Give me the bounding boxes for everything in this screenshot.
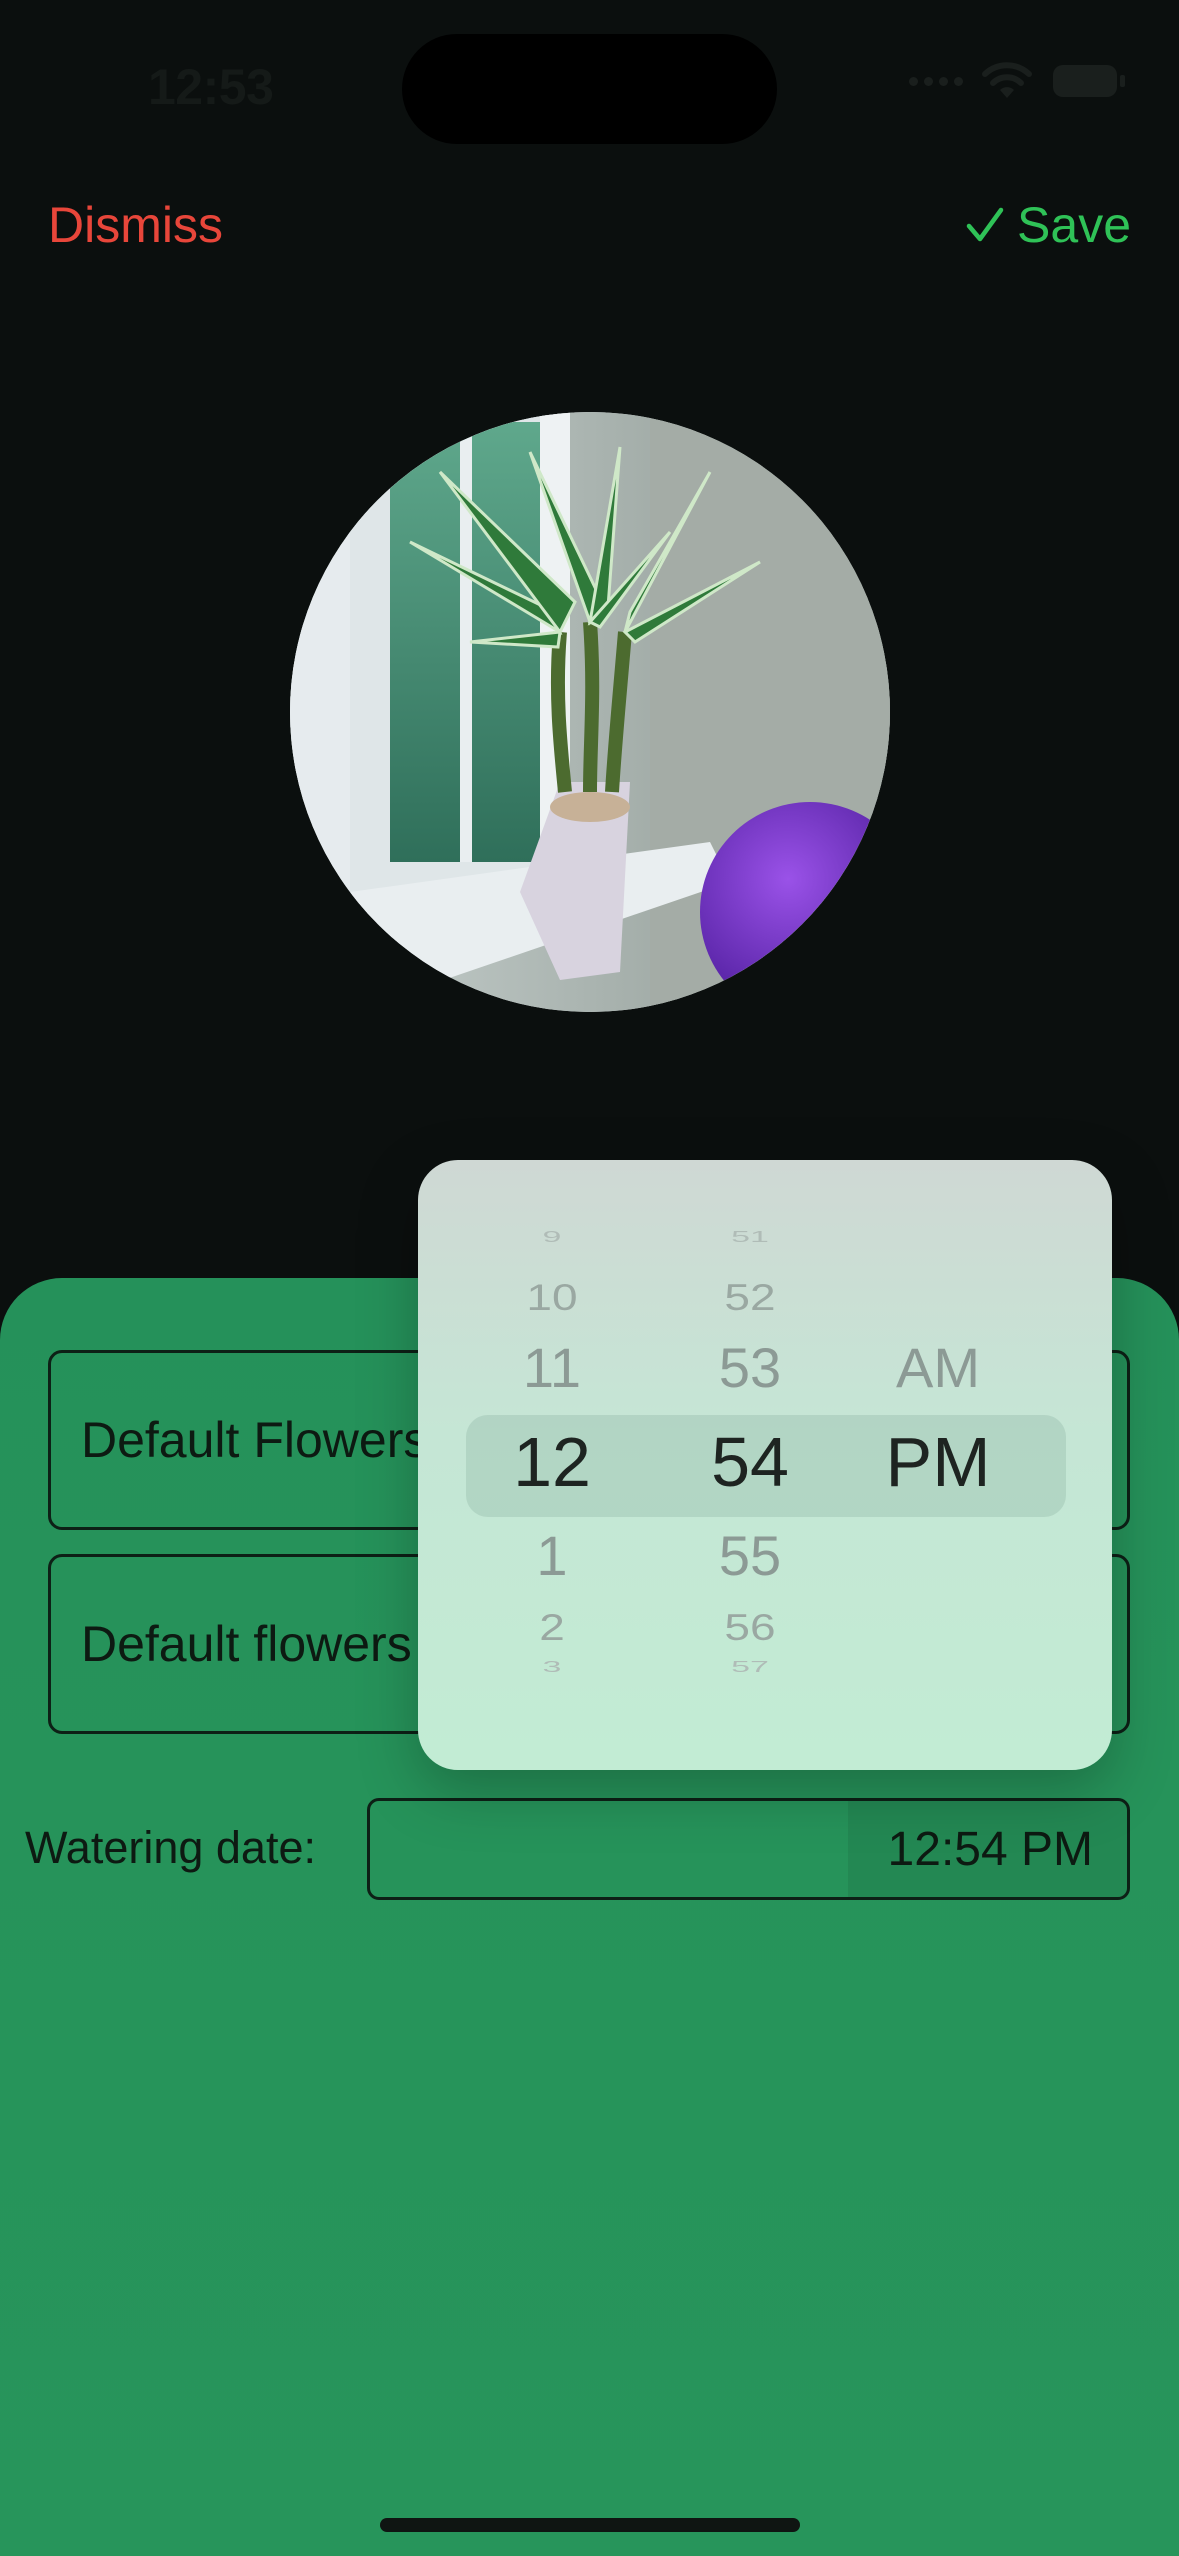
- period-option[interactable]: AM: [858, 1335, 1018, 1400]
- watering-date-label: Watering date:: [25, 1822, 316, 1873]
- hour-option-selected[interactable]: 12: [472, 1422, 632, 1502]
- plant-name-value: Default Flowers: [81, 1412, 429, 1468]
- hour-option[interactable]: 9: [472, 1229, 632, 1247]
- dynamic-island: [402, 34, 777, 144]
- dismiss-label: Dismiss: [48, 197, 223, 253]
- hour-wheel[interactable]: 9 10 11 12 1 2 3: [472, 1160, 632, 1770]
- minute-wheel[interactable]: 51 52 53 54 55 56 57: [670, 1160, 830, 1770]
- plant-description-value: Default flowers: [81, 1616, 412, 1672]
- save-label: Save: [1017, 197, 1131, 253]
- watering-time-value[interactable]: 12:54 PM: [847, 1801, 1127, 1897]
- hour-option[interactable]: 10: [472, 1275, 632, 1318]
- hour-option[interactable]: 3: [472, 1659, 632, 1677]
- time-picker-popup[interactable]: 9 10 11 12 1 2 3 51 52 53 54 55 56 57 AM…: [418, 1160, 1112, 1770]
- minute-option[interactable]: 55: [670, 1523, 830, 1588]
- status-icons: [909, 62, 1127, 100]
- minute-option[interactable]: 52: [670, 1275, 830, 1318]
- hour-option[interactable]: 11: [472, 1335, 632, 1400]
- minute-option[interactable]: 51: [670, 1229, 830, 1247]
- checkmark-icon: [966, 207, 1004, 242]
- wifi-icon: [981, 62, 1033, 100]
- minute-option-selected[interactable]: 54: [670, 1422, 830, 1502]
- save-button[interactable]: Save: [965, 196, 1131, 254]
- dismiss-button[interactable]: Dismiss: [48, 196, 223, 254]
- status-time: 12:53: [148, 59, 274, 115]
- watering-date-picker[interactable]: 12:54 PM: [367, 1798, 1130, 1900]
- hour-option[interactable]: 1: [472, 1523, 632, 1588]
- cellular-signal-icon: [909, 76, 963, 86]
- battery-icon: [1051, 62, 1127, 100]
- period-wheel[interactable]: AM PM: [858, 1160, 1018, 1770]
- plant-image: [290, 412, 890, 1012]
- minute-option[interactable]: 53: [670, 1335, 830, 1400]
- hour-option[interactable]: 2: [472, 1605, 632, 1648]
- minute-option[interactable]: 57: [670, 1659, 830, 1677]
- minute-option[interactable]: 56: [670, 1605, 830, 1648]
- plant-photo[interactable]: [290, 412, 890, 1012]
- home-indicator[interactable]: [380, 2518, 800, 2532]
- period-option-selected[interactable]: PM: [858, 1422, 1018, 1502]
